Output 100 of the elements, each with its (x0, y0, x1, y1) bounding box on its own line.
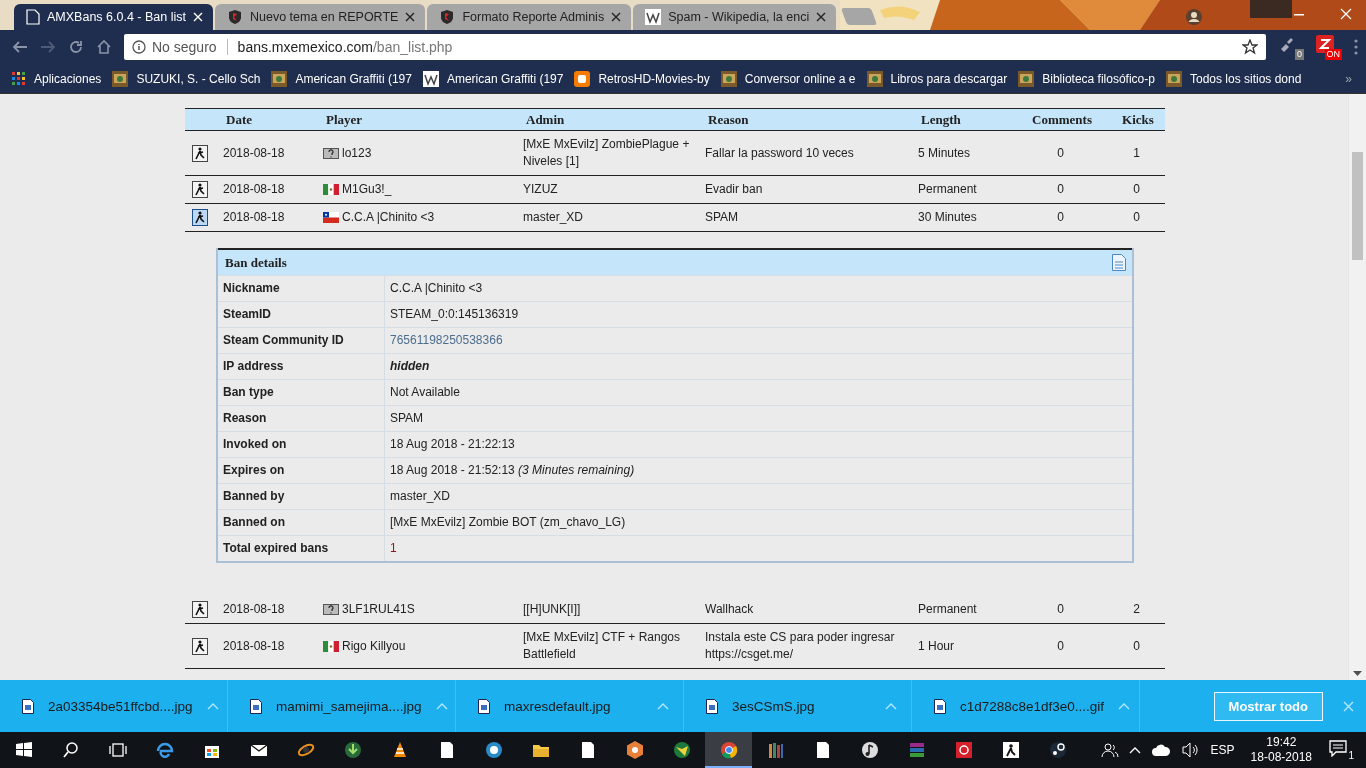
scroll-thumb[interactable] (1352, 152, 1363, 260)
soldier-icon[interactable] (192, 601, 208, 618)
table-cell: 2018-08-18 (223, 209, 285, 226)
field-label: Total expired bans (218, 536, 385, 561)
table-cell: [[H]UNK[I]] (523, 601, 581, 618)
extension-button[interactable]: 0 (1278, 34, 1304, 60)
clock[interactable]: 19:42 18-08-2018 (1250, 735, 1312, 765)
reload-icon[interactable] (68, 39, 84, 55)
back-icon[interactable] (12, 39, 28, 55)
more-bookmarks[interactable]: » (1345, 71, 1352, 86)
soldier-icon[interactable] (192, 637, 208, 655)
table-cell: 30 Minutes (918, 209, 977, 226)
column-header[interactable]: Comments (1029, 111, 1092, 128)
profile-icon[interactable] (1185, 8, 1203, 26)
browser-icon[interactable] (154, 740, 175, 760)
security-label[interactable]: No seguro (152, 39, 217, 55)
home-icon[interactable] (96, 39, 112, 55)
close-icon[interactable] (405, 12, 416, 22)
flag-icon (323, 184, 339, 195)
table-cell: 0 (1057, 637, 1064, 655)
app-tile-icon[interactable] (953, 740, 974, 760)
cloud-icon[interactable] (1150, 743, 1171, 757)
table-cell: 2018-08-18 (223, 637, 285, 655)
field-label: Banned by (218, 484, 385, 509)
table-cell: 1 (1133, 144, 1140, 162)
rounded-square-icon (574, 70, 591, 87)
star-icon[interactable] (1242, 39, 1258, 55)
soldier-icon[interactable] (1000, 740, 1021, 760)
browser-tab[interactable]: Nuevo tema en REPORTE (214, 4, 426, 30)
column-header[interactable]: Length (918, 111, 961, 128)
windows-logo-icon[interactable] (13, 740, 34, 760)
soldier-icon[interactable] (192, 144, 208, 162)
browser-tab[interactable]: Spam - Wikipedia, la enci (633, 4, 837, 30)
browser-tab[interactable]: AMXBans 6.0.4 - Ban list (14, 4, 213, 30)
music-note-icon[interactable] (859, 740, 880, 760)
field-value: STEAM_0:0:145136319 (389, 306, 520, 323)
globe-icon[interactable] (671, 740, 692, 760)
soldier-icon[interactable] (192, 209, 208, 226)
table-cell-text: [MxE MxEvilz] CTF + Rangos Battlefield (523, 629, 682, 663)
player-name: 3LF1RUL41S (342, 601, 415, 618)
bookmark[interactable]: Biblioteca filosófico-p (1018, 70, 1155, 87)
tile-icon (645, 9, 662, 25)
column-header[interactable]: Kicks (1119, 111, 1154, 128)
column-header[interactable]: Reason (705, 111, 749, 128)
bookmark[interactable]: American Graffiti (197 (271, 70, 412, 87)
table-cell: 1 Hour (918, 637, 955, 655)
bookmark[interactable]: Aplicaciones (12, 71, 102, 86)
table-cell: Wallhack (705, 601, 754, 618)
bookmark[interactable]: SUZUKI, S. - Cello Sch (112, 70, 261, 87)
hexagon-icon[interactable] (624, 740, 645, 760)
speaker-icon[interactable] (1180, 742, 1201, 758)
shield-icon (439, 9, 456, 25)
question-flag-icon (323, 604, 339, 615)
thumbnail-icon (271, 70, 288, 87)
table-cell: 2018-08-18 (223, 601, 285, 618)
round-badge-icon[interactable] (483, 740, 504, 760)
thumbnail-icon (1018, 70, 1035, 87)
bookmark[interactable]: Conversor online a e (720, 70, 856, 87)
steam-link[interactable]: 76561198250538366 (385, 328, 508, 353)
notification-button[interactable]: 1 (1328, 739, 1354, 761)
chevron-up-icon[interactable] (1128, 746, 1141, 754)
people-icon[interactable] (1100, 741, 1119, 759)
bookmark[interactable]: RetrosHD-Movies-by (574, 70, 710, 87)
download-circle-icon[interactable] (342, 740, 363, 760)
extension-button[interactable]: ON (1316, 34, 1342, 60)
browser-tab[interactable]: Formato Reporte Adminis (427, 4, 632, 30)
field-label: Invoked on (218, 432, 385, 457)
column-header[interactable]: Admin (523, 111, 565, 128)
table-cell: 2018-08-18 (223, 144, 285, 162)
column-header[interactable]: Date (223, 111, 252, 128)
bookmark[interactable]: Libros para descargar (866, 70, 1008, 87)
field-value: 18 Aug 2018 - 21:22:13 (389, 436, 516, 453)
field-label: Steam Community ID (218, 328, 385, 353)
table-cell: Permanent (918, 181, 977, 198)
close-icon[interactable] (816, 12, 827, 22)
info-icon[interactable] (132, 40, 146, 54)
field-label: Nickname (218, 276, 385, 301)
bookmark[interactable]: Todos los sitios dond (1165, 70, 1302, 87)
task-view-icon[interactable] (107, 740, 128, 760)
scroll-down-icon[interactable] (1353, 671, 1362, 676)
thumbnail-icon (720, 70, 737, 87)
player-name: C.C.A |Chinito <3 (342, 209, 435, 226)
panel-title: Ban details (225, 254, 287, 271)
thumbnail-icon (112, 70, 129, 87)
menu-icon[interactable] (1354, 39, 1358, 55)
flag-icon (323, 212, 339, 223)
player-name: M1Gu3!_ (342, 181, 392, 198)
soldier-icon[interactable] (192, 181, 208, 198)
field-label: SteamID (218, 302, 385, 327)
field-value: [MxE MxEvilz] Zombie BOT (zm_chavo_LG) (389, 514, 627, 531)
scrollbar[interactable] (1348, 94, 1366, 680)
column-header[interactable]: Player (323, 111, 363, 128)
browser-icon[interactable] (718, 740, 739, 760)
language-indicator[interactable]: ESP (1210, 743, 1235, 757)
field-value: C.C.A |Chinito <3 (389, 280, 484, 297)
circle-logo-icon[interactable] (1047, 740, 1068, 760)
bookmark[interactable]: American Graffiti (197 (422, 70, 564, 87)
search-icon[interactable] (60, 740, 81, 760)
address-bar[interactable]: No seguro bans.mxemexico.com/ban_list.php (124, 34, 1266, 60)
close-icon[interactable] (611, 12, 622, 22)
